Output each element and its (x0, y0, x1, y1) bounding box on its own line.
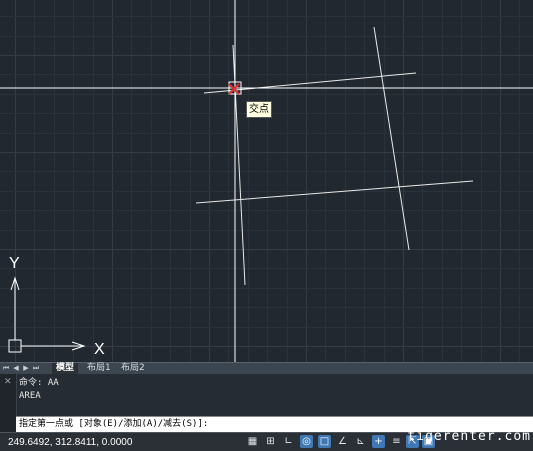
ortho-icon[interactable]: ∟ (282, 435, 295, 448)
layout-tab-bar: ⏮ ◀ ▶ ⏭ 模型 布局1 布局2 (0, 362, 533, 374)
command-window-grip[interactable]: ✕ (0, 374, 17, 432)
tab-model[interactable]: 模型 (52, 363, 79, 374)
last-tab-icon[interactable]: ⏭ (32, 364, 40, 373)
osnap-icon[interactable]: □ (318, 435, 331, 448)
drawing-viewport[interactable]: Y X 交点 (0, 0, 533, 362)
command-history-line: 命令: AA (19, 378, 59, 388)
drawing-canvas[interactable]: Y X (0, 0, 533, 362)
intersection-snap-icon (228, 83, 240, 95)
grid-lines (0, 0, 533, 362)
snap-tooltip: 交点 (246, 101, 272, 118)
status-bar: 249.6492, 312.8411, 0.0000 ▦ ⊞ ∟ ◎ □ ∠ ⊾… (0, 429, 533, 451)
command-prompt: 指定第一点或 [对象(E)/添加(A)/减去(S)]: (19, 419, 209, 429)
polar-icon[interactable]: ◎ (300, 435, 313, 448)
first-tab-icon[interactable]: ⏮ (2, 364, 10, 373)
watermark: tigerenter.com (407, 429, 531, 444)
lineweight-icon[interactable]: ≡ (390, 435, 403, 448)
dyn-icon[interactable]: + (372, 435, 385, 448)
tab-layout2[interactable]: 布局2 (117, 363, 149, 374)
grid-icon[interactable]: ▦ (246, 435, 259, 448)
prev-tab-icon[interactable]: ◀ (12, 364, 20, 373)
otrack-icon[interactable]: ∠ (336, 435, 349, 448)
next-tab-icon[interactable]: ▶ (22, 364, 30, 373)
close-icon[interactable]: ✕ (4, 377, 12, 387)
snap-icon[interactable]: ⊞ (264, 435, 277, 448)
ucs-icon: Y X (8, 255, 105, 358)
coordinate-readout: 249.6492, 312.8411, 0.0000 (8, 437, 133, 448)
tab-layout1[interactable]: 布局1 (83, 363, 115, 374)
ucs-y-label: Y (9, 255, 20, 272)
command-history-line: AREA (19, 391, 41, 401)
ucs-x-label: X (94, 341, 105, 358)
ducs-icon[interactable]: ⊾ (354, 435, 367, 448)
